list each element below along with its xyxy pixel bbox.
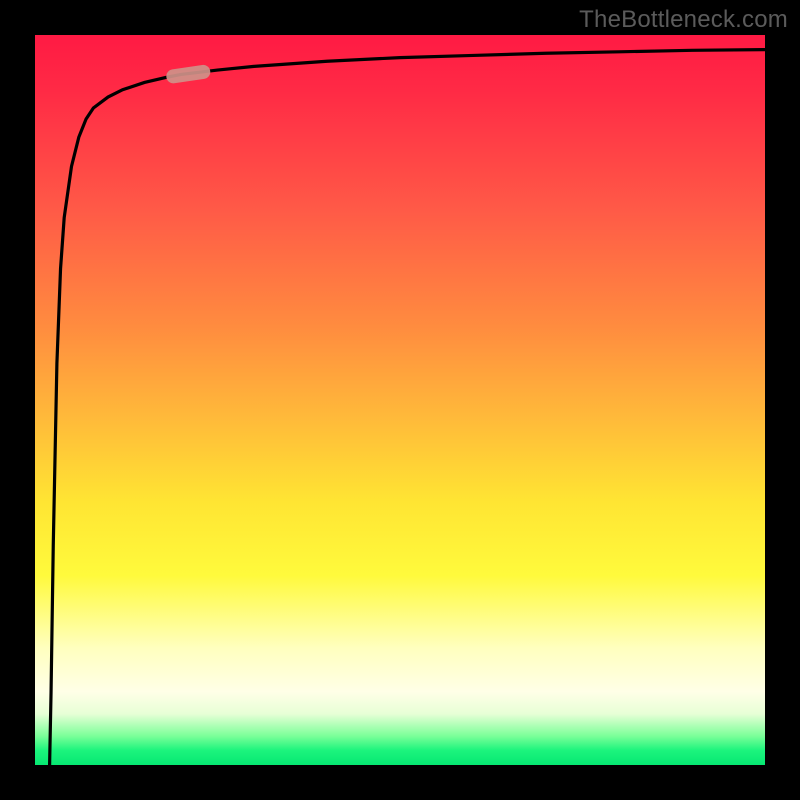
chart-frame: TheBottleneck.com — [0, 0, 800, 800]
bottleneck-curve — [50, 50, 765, 765]
watermark-text: TheBottleneck.com — [579, 6, 788, 34]
curve-layer — [35, 35, 765, 765]
marker-pill — [165, 64, 211, 84]
plot-area — [35, 35, 765, 765]
